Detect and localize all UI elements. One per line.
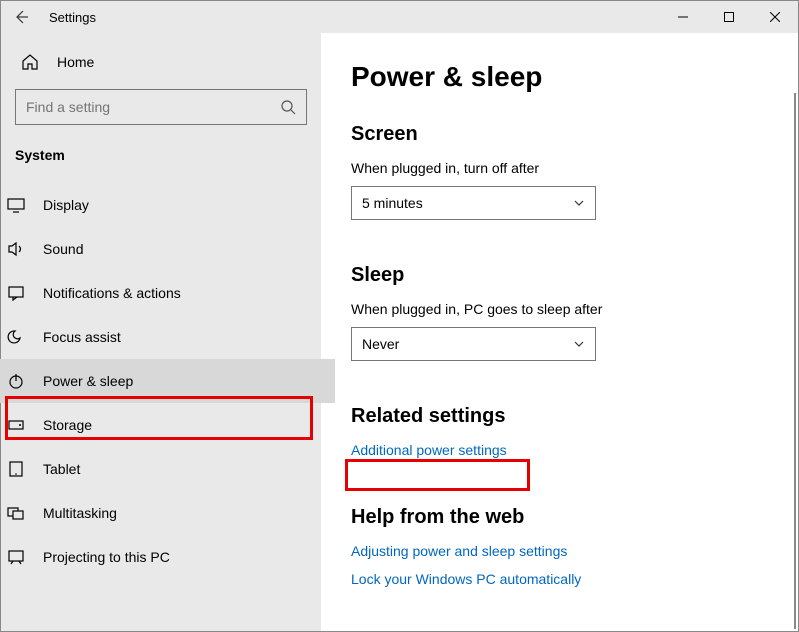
sidebar-item-label: Tablet bbox=[43, 461, 80, 477]
tablet-icon bbox=[7, 460, 25, 478]
window-controls bbox=[660, 1, 798, 33]
group-label: System bbox=[15, 147, 307, 183]
home-label: Home bbox=[57, 54, 94, 70]
chevron-down-icon bbox=[573, 197, 585, 209]
search-input[interactable] bbox=[15, 89, 307, 125]
sleep-timeout-value: Never bbox=[362, 336, 399, 352]
highlight-additional-power bbox=[345, 459, 530, 491]
sidebar-item-label: Projecting to this PC bbox=[43, 549, 170, 565]
sidebar-item-label: Power & sleep bbox=[43, 373, 133, 389]
close-button[interactable] bbox=[752, 1, 798, 33]
titlebar-left: Settings bbox=[1, 9, 660, 25]
search-icon bbox=[280, 99, 296, 115]
section-help: Help from the web bbox=[351, 506, 768, 529]
display-icon bbox=[7, 196, 25, 214]
power-icon bbox=[7, 372, 25, 390]
sidebar-home[interactable]: Home bbox=[15, 43, 307, 89]
projecting-icon bbox=[7, 548, 25, 566]
sound-icon bbox=[7, 240, 25, 258]
sidebar-item-label: Focus assist bbox=[43, 329, 121, 345]
sidebar-item-notifications[interactable]: Notifications & actions bbox=[0, 271, 335, 315]
sidebar-item-tablet[interactable]: Tablet bbox=[0, 447, 335, 491]
sidebar: Home System Display bbox=[1, 33, 321, 631]
sleep-timeout-select[interactable]: Never bbox=[351, 327, 596, 361]
sleep-label: When plugged in, PC goes to sleep after bbox=[351, 301, 768, 317]
link-additional-power[interactable]: Additional power settings bbox=[351, 442, 507, 458]
sidebar-item-display[interactable]: Display bbox=[0, 183, 335, 227]
sidebar-item-label: Sound bbox=[43, 241, 83, 257]
sidebar-item-focus-assist[interactable]: Focus assist bbox=[0, 315, 335, 359]
maximize-button[interactable] bbox=[706, 1, 752, 33]
scrollbar[interactable] bbox=[794, 93, 796, 629]
main-panel: Power & sleep Screen When plugged in, tu… bbox=[321, 33, 798, 631]
sidebar-item-label: Storage bbox=[43, 417, 92, 433]
page-title: Power & sleep bbox=[351, 61, 768, 93]
back-icon[interactable] bbox=[13, 9, 29, 25]
titlebar: Settings bbox=[1, 1, 798, 33]
minimize-button[interactable] bbox=[660, 1, 706, 33]
section-sleep: Sleep bbox=[351, 264, 768, 287]
search-field[interactable] bbox=[26, 99, 280, 115]
sidebar-item-sound[interactable]: Sound bbox=[0, 227, 335, 271]
notifications-icon bbox=[7, 284, 25, 302]
section-screen: Screen bbox=[351, 123, 768, 146]
section-related: Related settings bbox=[351, 405, 768, 428]
focus-assist-icon bbox=[7, 328, 25, 346]
home-icon bbox=[21, 53, 39, 71]
sidebar-item-storage[interactable]: Storage bbox=[0, 403, 335, 447]
storage-icon bbox=[7, 416, 25, 434]
nav-list: Display Sound Notifications & actions bbox=[0, 183, 335, 579]
screen-timeout-select[interactable]: 5 minutes bbox=[351, 186, 596, 220]
sidebar-item-label: Display bbox=[43, 197, 89, 213]
link-help-adjusting[interactable]: Adjusting power and sleep settings bbox=[351, 543, 768, 559]
body: Home System Display bbox=[1, 33, 798, 631]
sidebar-item-label: Notifications & actions bbox=[43, 285, 181, 301]
screen-timeout-value: 5 minutes bbox=[362, 195, 423, 211]
chevron-down-icon bbox=[573, 338, 585, 350]
window-title: Settings bbox=[49, 10, 96, 25]
sidebar-item-projecting[interactable]: Projecting to this PC bbox=[0, 535, 335, 579]
sidebar-item-label: Multitasking bbox=[43, 505, 117, 521]
multitasking-icon bbox=[7, 504, 25, 522]
sidebar-item-multitasking[interactable]: Multitasking bbox=[0, 491, 335, 535]
screen-label: When plugged in, turn off after bbox=[351, 160, 768, 176]
settings-window: Settings Home bbox=[1, 1, 798, 631]
sidebar-item-power-sleep[interactable]: Power & sleep bbox=[0, 359, 335, 403]
link-help-lock[interactable]: Lock your Windows PC automatically bbox=[351, 571, 768, 587]
